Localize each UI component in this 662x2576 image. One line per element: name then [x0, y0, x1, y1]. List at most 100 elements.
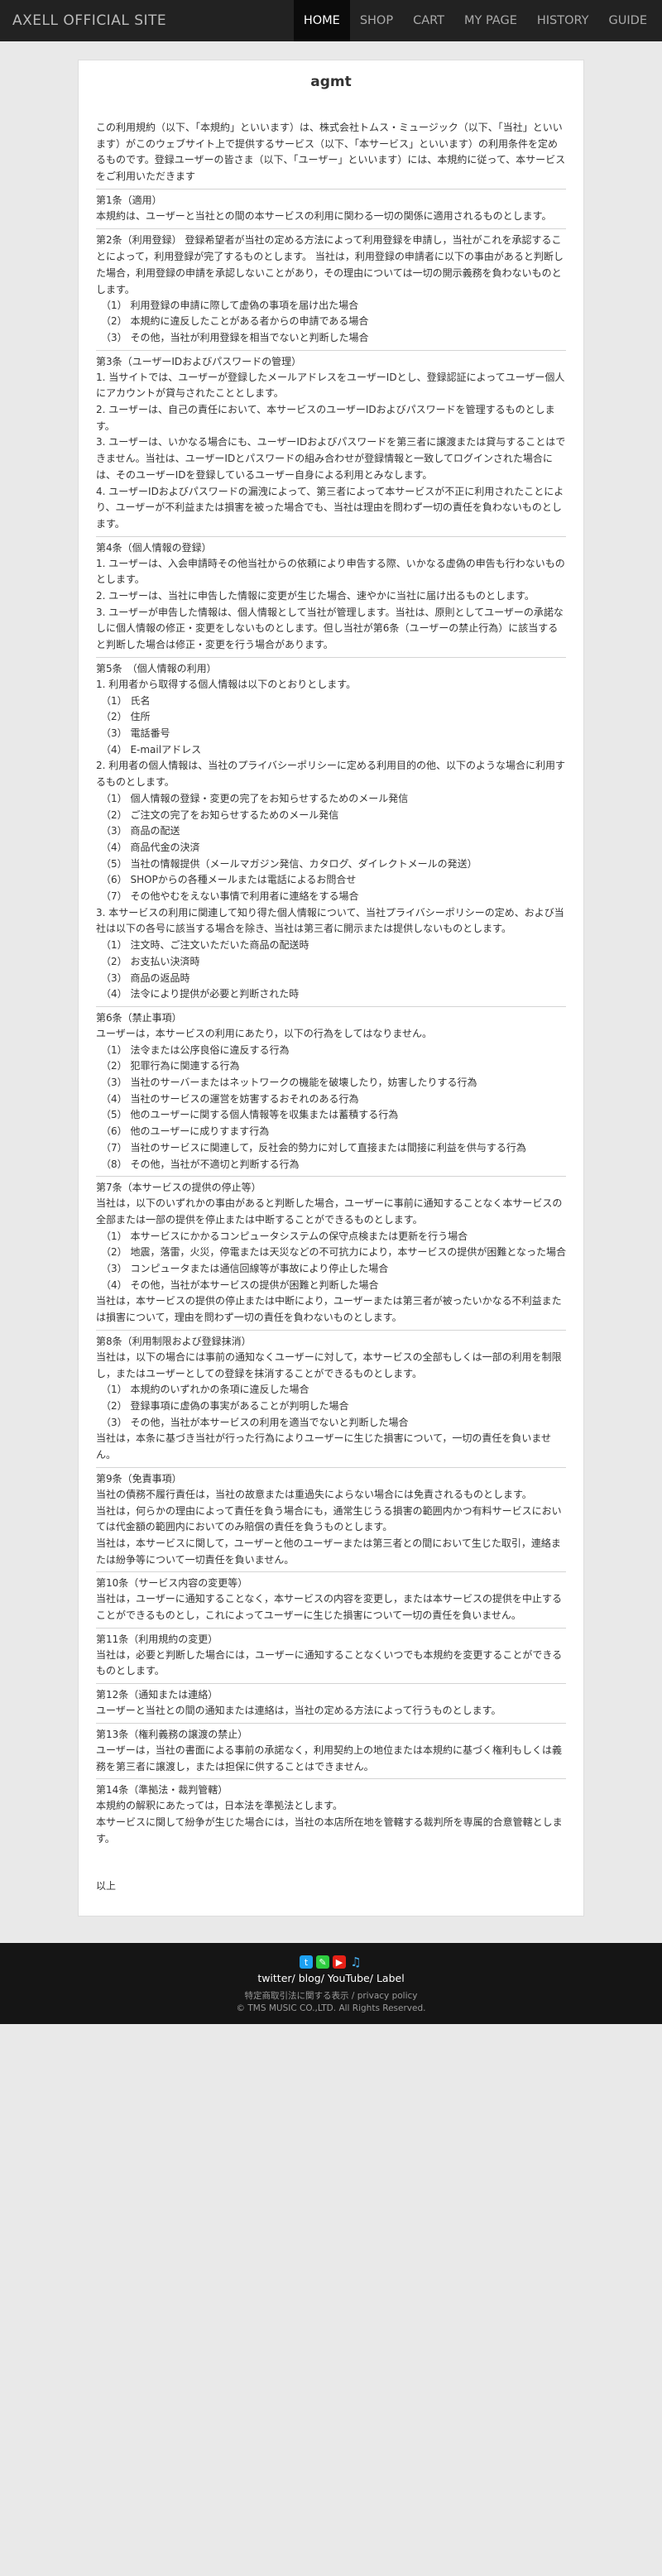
terms-section: 第10条（サービス内容の変更等） 当社は，ユーザーに通知することなく，本サービスの…	[96, 1571, 566, 1624]
section-title: 第4条（個人情報の登録）	[96, 541, 212, 554]
list-item: （2） 本規約に違反したことがある者からの申請である場合	[101, 315, 369, 328]
section-paragraph: 1. 利用者から取得する個人情報は以下のとおりとします。	[96, 678, 357, 690]
list-item: （1） 個人情報の登録・変更の完了をお知らせするためのメール発信	[101, 792, 409, 804]
list-item: （4） 法令により提供が必要と判断された時	[101, 988, 300, 1000]
list-item: （2） 住所	[101, 711, 151, 723]
list-item: （7） 当社のサービスに関連して，反社会的勢力に対して直接または間接に利益を供与…	[101, 1141, 526, 1154]
section-paragraph: ユーザーと当社との間の通知または連絡は，当社の定める方法によって行うものとします…	[96, 1705, 501, 1717]
list-item: （1） 利用登録の申請に際して虚偽の事項を届け出た場合	[101, 299, 359, 311]
terms-section: 第11条（利用規約の変更） 当社は，必要と判断した場合には，ユーザーに通知すること…	[96, 1627, 566, 1680]
page-title: agmt	[310, 74, 352, 90]
list-item: （3） その他，当社が利用登録を相当でないと判断した場合	[101, 331, 369, 343]
section-title: 第2条（利用登録） 登録希望者が当社の定める方法によって利用登録を申請し，当社が…	[96, 233, 564, 295]
section-paragraph: 3. ユーザーは、いかなる場合にも、ユーザーIDおよびパスワードを第三者に譲渡ま…	[96, 436, 566, 481]
section-paragraph: 当社は，ユーザーに通知することなく，本サービスの内容を変更し，または本サービスの…	[96, 1593, 563, 1622]
list-item: （1） 法令または公序良俗に違反する行為	[101, 1043, 290, 1056]
section-title: 第12条（通知または連絡）	[96, 1689, 218, 1701]
section-paragraph: 2. ユーザーは、当社に申告した情報に変更が生じた場合、速やかに当社に届け出るも…	[96, 590, 535, 602]
section-paragraph: ユーザーは，当社の書面による事前の承諾なく，利用契約上の地位または本規約に基づく…	[96, 1744, 563, 1772]
list-item: （1） 本サービスにかかるコンピュータシステムの保守点検または更新を行う場合	[101, 1230, 468, 1242]
list-item: （3） その他，当社が本サービスの利用を適当でないと判断した場合	[101, 1416, 409, 1428]
list-item: （1） 氏名	[101, 694, 151, 707]
terms-section: 第5条 （個人情報の利用） 1. 利用者から取得する個人情報は以下のとおりとします…	[96, 656, 566, 1003]
section-title: 第3条（ユーザーIDおよびパスワードの管理）	[96, 355, 302, 367]
section-paragraph: 2. 利用者の個人情報は、当社のプライバシーポリシーに定める利用目的の他、以下の…	[96, 760, 566, 789]
list-item: （2） 地震，落雷，火災，停電または天災などの不可抗力により，本サービスの提供が…	[101, 1246, 567, 1259]
terms-content-panel: agmt この利用規約（以下、「本規約」といいます）は、株式会社トムス・ミュージ…	[78, 60, 584, 1917]
list-item: （2） 犯罪行為に関連する行為	[101, 1060, 240, 1072]
section-title: 第10条（サービス内容の変更等）	[96, 1577, 248, 1590]
section-paragraph: 当社は，本サービスの提供の停止または中断により，ユーザーまたは第三者が被ったいか…	[96, 1295, 562, 1324]
list-item: （3） 商品の配送	[101, 825, 180, 837]
terms-section: 第2条（利用登録） 登録希望者が当社の定める方法によって利用登録を申請し，当社が…	[96, 228, 566, 347]
top-navbar: AXELL OFFICIAL SITE HOME SHOP CART MY PA…	[0, 0, 662, 41]
terms-section: 第1条（適用） 本規約は、ユーザーと当社との間の本サービスの利用に関わる一切の関係…	[96, 188, 566, 225]
section-title: 第14条（準拠法・裁判管轄）	[96, 1784, 228, 1796]
nav-home[interactable]: HOME	[293, 0, 350, 41]
youtube-link[interactable]: YouTube	[328, 1972, 370, 1984]
section-title: 第11条（利用規約の変更）	[96, 1633, 218, 1645]
social-links: twitter/ blog/ YouTube/ Label	[257, 1972, 405, 1985]
section-paragraph: 当社の債務不履行責任は，当社の故意または重過失によらない場合には免責されるものと…	[96, 1488, 532, 1500]
terms-section: 第8条（利用制限および登録抹消） 当社は，以下の場合には事前の通知なくユーザーに対…	[96, 1329, 566, 1464]
nav-my-page[interactable]: MY PAGE	[454, 0, 527, 41]
site-footer: t ✎ ▶ ♫ twitter/ blog/ YouTube/ Label 特定…	[0, 1943, 662, 2025]
blog-icon[interactable]: ✎	[316, 1955, 329, 1969]
terms-section: 第3条（ユーザーIDおよびパスワードの管理） 1. 当サイトでは、ユーザーが登録し…	[96, 349, 566, 533]
section-paragraph: 本サービスに関して紛争が生じた場合には，当社の本店所在地を管轄する裁判所を専属的…	[96, 1816, 563, 1844]
main-nav: HOME SHOP CART MY PAGE HISTORY GUIDE	[293, 0, 657, 41]
section-paragraph: 当社は，本サービスに関して，ユーザーと他のユーザーまたは第三者との間において生じ…	[96, 1537, 561, 1566]
list-item: （4） 当社のサービスの運営を妨害するおそれのある行為	[101, 1092, 359, 1105]
terms-section: 第14条（準拠法・裁判管轄） 本規約の解釈にあたっては，日本法を準拠法とします。本…	[96, 1778, 566, 1847]
section-title: 第13条（権利義務の譲渡の禁止）	[96, 1728, 248, 1740]
list-item: （4） その他，当社が本サービスの提供が困難と判断した場合	[101, 1278, 379, 1291]
copyright: © TMS MUSIC CO.,LTD. All Rights Reserved…	[236, 2003, 426, 2014]
terms-section: 第9条（免責事項） 当社の債務不履行責任は，当社の故意または重過失によらない場合に…	[96, 1466, 566, 1569]
list-item: （5） 当社の情報提供（メールマガジン発信、カタログ、ダイレクトメールの発送）	[101, 857, 477, 870]
list-item: （8） その他，当社が不適切と判断する行為	[101, 1158, 300, 1170]
terms-section: 第12条（通知または連絡） ユーザーと当社との間の通知または連絡は，当社の定める方…	[96, 1683, 566, 1720]
section-paragraph: 2. ユーザーは、自己の責任において、本サービスのユーザーIDおよびパスワードを…	[96, 404, 555, 432]
closing-text: 以上	[96, 1880, 117, 1892]
terms-intro: この利用規約（以下、「本規約」といいます）は、株式会社トムス・ミュージック（以下…	[96, 122, 566, 183]
section-title: 第7条（本サービスの提供の停止等）	[96, 1182, 261, 1194]
terms-section: 第4条（個人情報の登録） 1. ユーザーは、入会申請時その他当社からの依頼により申…	[96, 535, 566, 654]
tokushoho-link[interactable]: 特定商取引法に関する表示	[244, 1991, 348, 2001]
list-item: （1） 本規約のいずれかの条項に違反した場合	[101, 1384, 309, 1396]
legal-links: 特定商取引法に関する表示 / privacy policy	[244, 1991, 418, 2002]
privacy-policy-link[interactable]: privacy policy	[357, 1991, 418, 2001]
nav-guide[interactable]: GUIDE	[599, 0, 657, 41]
list-item: （3） 商品の返品時	[101, 971, 190, 984]
twitter-link[interactable]: twitter	[257, 1972, 291, 1984]
twitter-icon[interactable]: t	[300, 1955, 313, 1969]
section-paragraph: 当社は，本条に基づき当社が行った行為によりユーザーに生じた損害について，一切の責…	[96, 1432, 551, 1461]
terms-section: 第6条（禁止事項） ユーザーは，本サービスの利用にあたり，以下の行為をしてはなりま…	[96, 1005, 566, 1173]
list-item: （7） その他やむをえない事情で利用者に連絡をする場合	[101, 890, 359, 903]
nav-cart[interactable]: CART	[403, 0, 454, 41]
youtube-icon[interactable]: ▶	[333, 1955, 346, 1969]
label-icon[interactable]: ♫	[349, 1955, 362, 1969]
section-paragraph: ユーザーは，本サービスの利用にあたり，以下の行為をしてはなりません。	[96, 1027, 432, 1039]
section-paragraph: 1. ユーザーは、入会申請時その他当社からの依頼により申告する際、いかなる虚偽の…	[96, 557, 565, 586]
list-item: （3） コンピュータまたは通信回線等が事故により停止した場合	[101, 1263, 389, 1275]
list-item: （5） 他のユーザーに関する個人情報等を収集または蓄積する行為	[101, 1109, 399, 1121]
section-paragraph: 当社は，必要と判断した場合には，ユーザーに通知することなくいつでも本規約を変更す…	[96, 1648, 563, 1677]
section-paragraph: 当社は，以下の場合には事前の通知なくユーザーに対して，本サービスの全部もしくは一…	[96, 1350, 562, 1379]
section-title: 第5条 （個人情報の利用）	[96, 662, 217, 674]
site-brand[interactable]: AXELL OFFICIAL SITE	[0, 12, 166, 29]
nav-shop[interactable]: SHOP	[350, 0, 403, 41]
section-paragraph: 3. ユーザーが申告した情報は、個人情報として当社が管理します。当社は、原則とし…	[96, 606, 564, 651]
terms-sections: 第1条（適用） 本規約は、ユーザーと当社との間の本サービスの利用に関わる一切の関係…	[96, 188, 566, 1848]
label-link[interactable]: Label	[377, 1972, 405, 1984]
list-item: （6） 他のユーザーに成りすます行為	[101, 1125, 270, 1138]
section-paragraph: 当社は，以下のいずれかの事由があると判断した場合，ユーザーに事前に通知することな…	[96, 1197, 563, 1226]
terms-section: 第7条（本サービスの提供の停止等） 当社は，以下のいずれかの事由があると判断した場…	[96, 1176, 566, 1326]
section-paragraph: 当社は，何らかの理由によって責任を負う場合にも，通常生じうる損害の範囲内かつ有料…	[96, 1504, 562, 1533]
list-item: （2） ご注文の完了をお知らせするためのメール発信	[101, 808, 339, 821]
section-title: 第1条（適用）	[96, 194, 162, 206]
section-paragraph: 本規約の解釈にあたっては，日本法を準拠法とします。	[96, 1800, 343, 1812]
blog-link[interactable]: blog	[299, 1972, 321, 1984]
nav-history[interactable]: HISTORY	[527, 0, 599, 41]
terms-section: 第13条（権利義務の譲渡の禁止） ユーザーは，当社の書面による事前の承諾なく，利用…	[96, 1722, 566, 1775]
list-item: （2） お支払い決済時	[101, 955, 200, 967]
